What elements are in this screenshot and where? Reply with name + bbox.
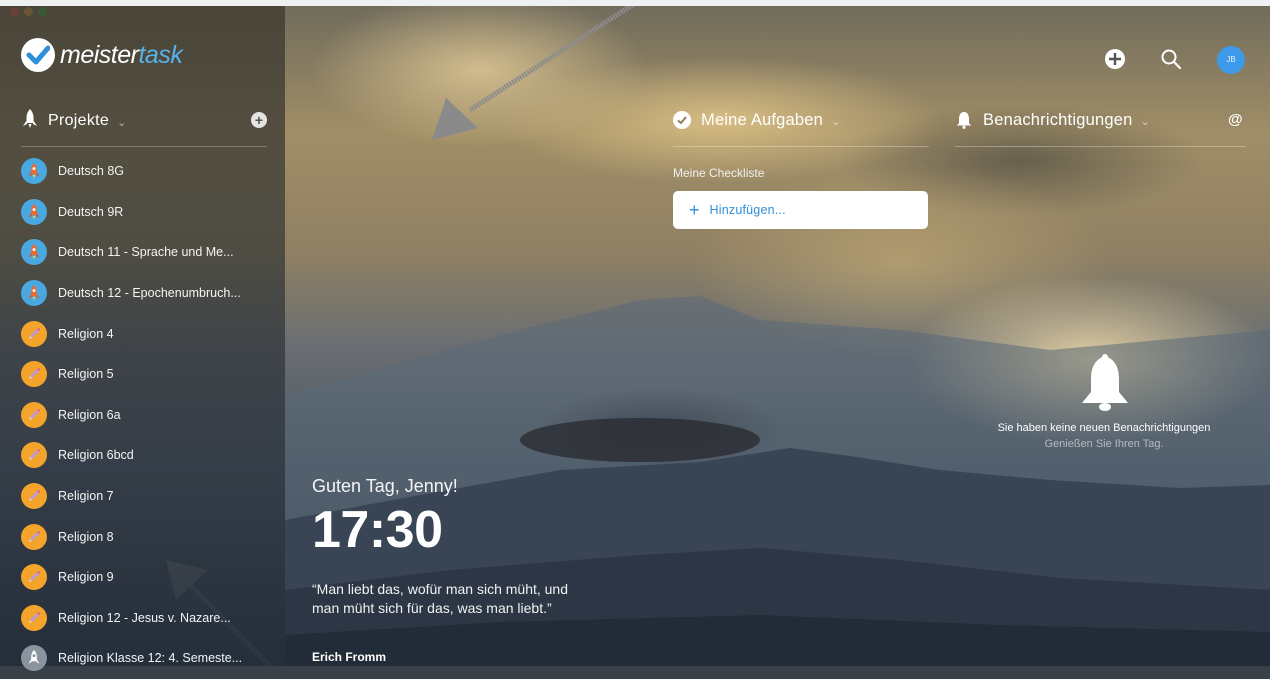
notifications-header[interactable]: Benachrichtigungen ⌄ (955, 108, 1150, 132)
search-button[interactable] (1160, 48, 1182, 75)
sidebar-project-item[interactable]: Religion 8 (21, 516, 271, 557)
sidebar-project-item[interactable]: Deutsch 8G (21, 151, 271, 192)
tasks-divider (673, 146, 929, 147)
project-label: Deutsch 11 - Sprache und Me... (58, 245, 234, 260)
chevron-down-icon: ⌄ (117, 116, 127, 129)
project-label: Religion 5 (58, 367, 114, 382)
pencil-icon (21, 604, 47, 631)
bell-large-icon (1078, 354, 1132, 419)
sidebar-project-item[interactable]: Religion 6a (21, 395, 271, 436)
app-logo[interactable]: meistertask (21, 38, 183, 72)
plus-icon: + (689, 200, 700, 220)
project-label: Religion 9 (58, 570, 114, 585)
sidebar-project-item[interactable]: Religion 6bcd (21, 435, 271, 476)
project-label: Religion 12 - Jesus v. Nazare... (58, 610, 231, 625)
sidebar-project-item[interactable]: Religion 4 (21, 313, 271, 354)
greeting-text: Guten Tag, Jenny! (312, 476, 458, 496)
checkmark-logo-icon (21, 38, 55, 72)
user-avatar[interactable]: JB (1217, 46, 1245, 74)
sidebar-project-item[interactable]: Deutsch 9R (21, 192, 271, 233)
project-label: Religion 6bcd (58, 448, 134, 463)
no-notifications-text: Sie haben keine neuen Benachrichtigungen (997, 422, 1211, 434)
project-label: Deutsch 9R (58, 204, 124, 219)
projects-title: Projekte (48, 112, 110, 129)
project-label: Deutsch 8G (58, 164, 125, 179)
quote-text: “Man liebt das, wofür man sich müht, und… (312, 581, 569, 616)
sidebar-project-item[interactable]: Religion 9 (21, 557, 271, 598)
checklist-label: Meine Checkliste (673, 166, 765, 180)
add-task-label: Hinzufügen... (709, 203, 786, 217)
rocket-icon (21, 158, 47, 185)
rocket-icon (21, 239, 47, 266)
rocket-icon (22, 108, 38, 134)
pencil-icon (21, 361, 47, 388)
rocket-icon (21, 645, 47, 672)
add-task-button[interactable]: + Hinzufügen... (673, 191, 928, 229)
rocket-icon (21, 198, 47, 225)
sidebar-project-item[interactable]: Religion 7 (21, 476, 271, 517)
search-icon (1161, 49, 1182, 70)
notifications-title: Benachrichtigungen (983, 110, 1133, 129)
pencil-icon (21, 401, 47, 428)
sidebar-divider (21, 146, 267, 147)
sidebar-project-item[interactable]: Religion 5 (21, 354, 271, 395)
sidebar-project-item[interactable]: Deutsch 11 - Sprache und Me... (21, 232, 271, 273)
pencil-icon (21, 564, 47, 591)
project-label: Religion 4 (58, 326, 114, 341)
clock: 17:30 (312, 501, 443, 559)
project-label: Deutsch 12 - Epochenumbruch... (58, 286, 241, 301)
project-list: Deutsch 8G Deutsch 9R Deutsch 11 - Sprache… (21, 151, 271, 679)
mentions-button[interactable]: @ (1228, 111, 1243, 128)
rocket-icon (21, 280, 47, 307)
bell-icon (957, 112, 971, 129)
no-notifications-subtext: Genießen Sie Ihren Tag. (1044, 438, 1164, 450)
project-label: Religion 7 (58, 489, 114, 504)
logo-wordmark: meistertask (60, 40, 183, 70)
my-tasks-title: Meine Aufgaben (701, 110, 824, 129)
add-project-button[interactable]: + (251, 112, 267, 128)
chevron-down-icon: ⌄ (1140, 115, 1150, 128)
sidebar-project-item[interactable]: Religion Klasse 12: 4. Semeste... (21, 638, 271, 679)
project-label: Religion 8 (58, 529, 114, 544)
pencil-icon (21, 523, 47, 550)
projects-header[interactable]: Projekte ⌄ + (22, 106, 267, 136)
sidebar-project-item[interactable]: Deutsch 12 - Epochenumbruch... (21, 273, 271, 314)
project-label: Religion Klasse 12: 4. Semeste... (58, 651, 243, 666)
pencil-icon (21, 320, 47, 347)
sidebar-project-item[interactable]: Religion 12 - Jesus v. Nazare... (21, 598, 271, 639)
logo-text-task: task (138, 40, 183, 69)
my-tasks-header[interactable]: Meine Aufgaben ⌄ (673, 108, 840, 132)
pencil-icon (21, 483, 47, 510)
add-icon (1105, 49, 1125, 69)
project-label: Religion 6a (58, 407, 121, 422)
chevron-down-icon: ⌄ (831, 115, 841, 128)
notifications-divider (955, 146, 1246, 147)
quote-author: Erich Fromm (312, 650, 387, 664)
pencil-icon (21, 442, 47, 469)
logo-text-meister: meister (60, 40, 139, 69)
add-button[interactable] (1104, 48, 1126, 75)
check-circle-icon (673, 111, 691, 129)
